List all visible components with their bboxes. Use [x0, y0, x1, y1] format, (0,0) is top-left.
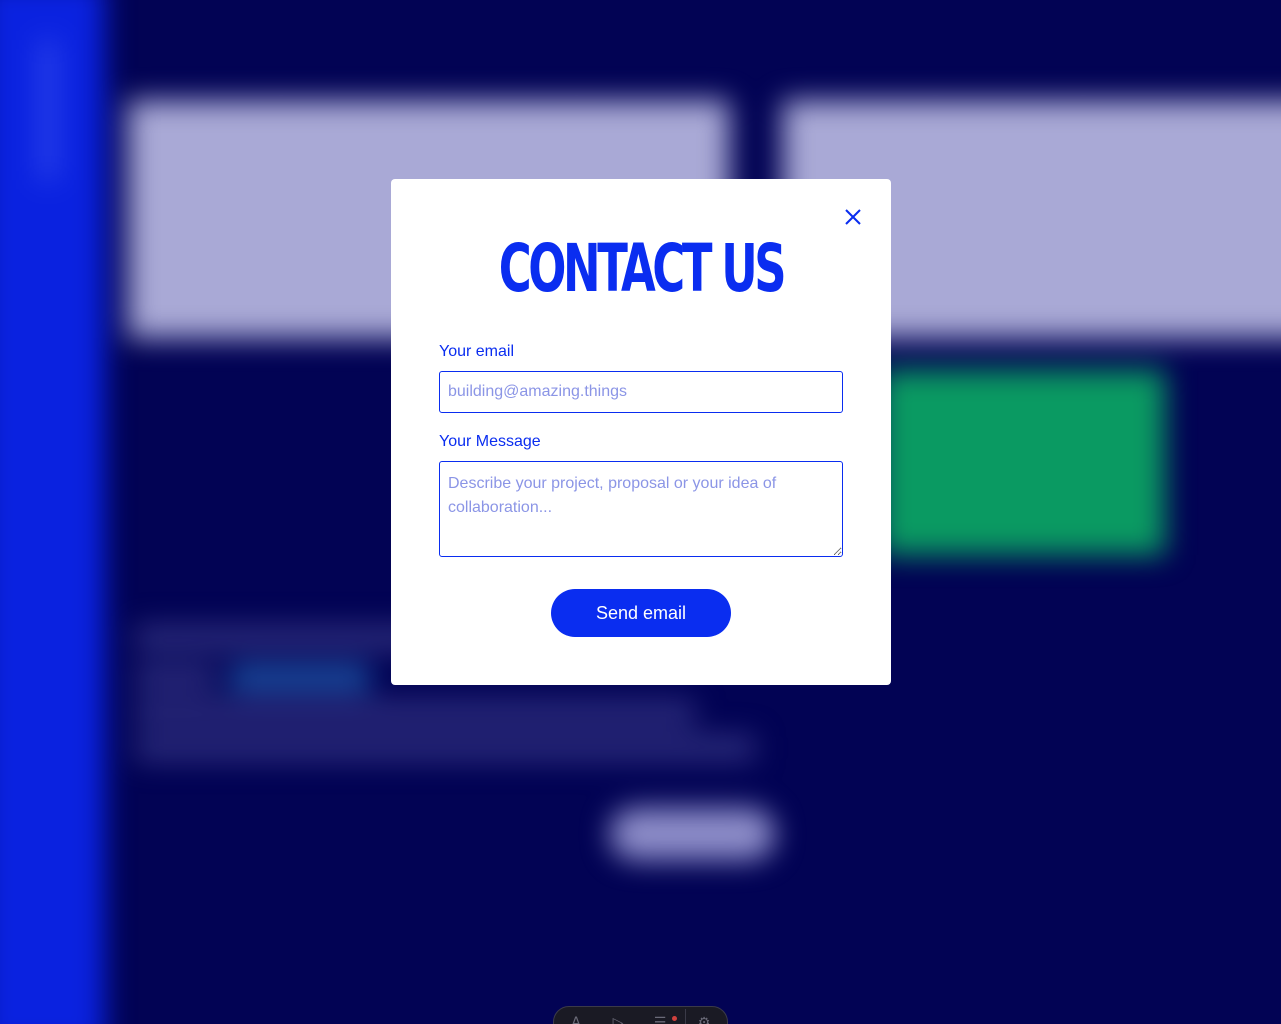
list-icon[interactable]: ☰	[652, 1015, 668, 1024]
message-label: Your Message	[439, 433, 541, 450]
pointer-icon[interactable]: ▷	[610, 1015, 626, 1024]
background-button	[610, 808, 775, 860]
background-text-line	[230, 665, 370, 691]
modal-title: CONTACT US	[498, 230, 787, 307]
message-field[interactable]	[439, 461, 843, 557]
contact-modal: CONTACT US Your email Your Message Send …	[391, 179, 891, 685]
dev-toolbar[interactable]: A ▷ ☰ ⚙	[553, 1006, 728, 1024]
toolbar-divider	[685, 1009, 686, 1024]
email-label: Your email	[439, 343, 515, 360]
send-email-button[interactable]: Send email	[551, 589, 731, 637]
text-icon[interactable]: A	[568, 1015, 584, 1024]
background-text-line	[135, 735, 755, 761]
background-text-line	[135, 665, 215, 691]
notification-dot	[672, 1016, 677, 1021]
close-icon[interactable]	[842, 206, 864, 228]
background-sidebar-stripe	[38, 40, 58, 180]
background-green-block	[880, 370, 1165, 555]
page: ████ ████ A ▷ ☰ ⚙ CONTACT US Your email …	[0, 0, 1281, 1024]
background-text-line	[135, 700, 695, 726]
settings-icon[interactable]: ⚙	[696, 1015, 712, 1024]
email-field[interactable]	[439, 371, 843, 413]
